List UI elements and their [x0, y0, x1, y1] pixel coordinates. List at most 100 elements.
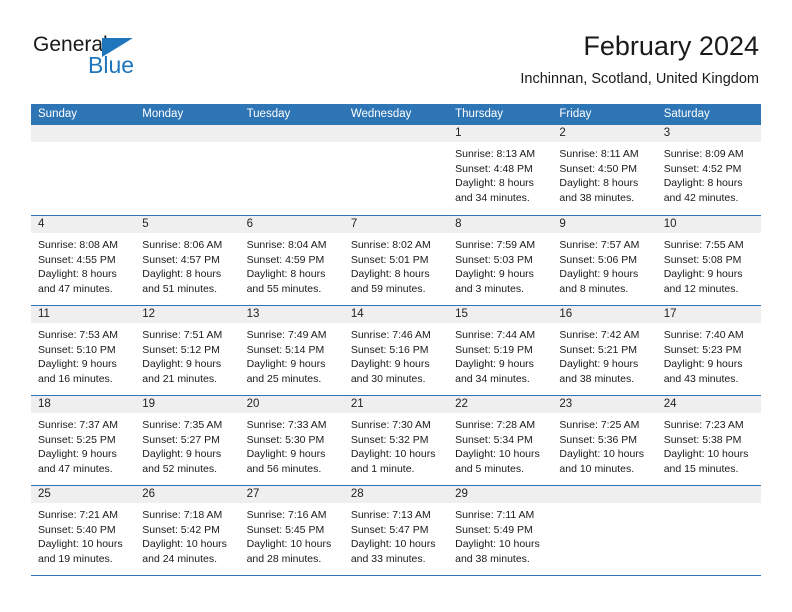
- daylight-text: Daylight: 8 hours and 42 minutes.: [663, 177, 743, 204]
- day-sun-info: Sunrise: 8:09 AM Sunset: 4:52 PM Daylight:…: [657, 142, 761, 205]
- daylight-text: Daylight: 10 hours and 38 minutes.: [455, 538, 540, 565]
- calendar-day-cell[interactable]: 10 Sunrise: 7:55 AM Sunset: 5:08 PM Dayligh…: [656, 216, 761, 305]
- day-number-band: 8: [448, 216, 553, 233]
- day-sun-info: Sunrise: 7:59 AM Sunset: 5:03 PM Daylight:…: [448, 233, 552, 296]
- day-number-band: [239, 125, 344, 142]
- calendar-day-cell[interactable]: 17 Sunrise: 7:40 AM Sunset: 5:23 PM Dayligh…: [656, 306, 761, 395]
- daylight-text: Daylight: 9 hours and 3 minutes.: [455, 268, 534, 295]
- day-number: 10: [663, 218, 677, 230]
- calendar-day-cell[interactable]: 22 Sunrise: 7:28 AM Sunset: 5:34 PM Dayligh…: [448, 396, 553, 485]
- calendar-day-cell[interactable]: 12 Sunrise: 7:51 AM Sunset: 5:12 PM Dayligh…: [135, 306, 240, 395]
- sunrise-text: Sunrise: 7:35 AM: [142, 419, 223, 431]
- day-number-band: 29: [448, 486, 553, 503]
- calendar-day-cell[interactable]: 18 Sunrise: 7:37 AM Sunset: 5:25 PM Dayligh…: [31, 396, 136, 485]
- sunset-text: Sunset: 5:27 PM: [142, 433, 220, 446]
- calendar-day-cell[interactable]: 15 Sunrise: 7:44 AM Sunset: 5:19 PM Dayligh…: [448, 306, 553, 395]
- calendar-day-cell[interactable]: 7 Sunrise: 8:02 AM Sunset: 5:01 PM Daylight…: [343, 216, 449, 305]
- day-sun-info: Sunrise: 7:40 AM Sunset: 5:23 PM Daylight:…: [657, 323, 761, 386]
- day-number-band: 7: [343, 216, 449, 233]
- day-number-band: 10: [656, 216, 761, 233]
- calendar-day-cell[interactable]: 26 Sunrise: 7:18 AM Sunset: 5:42 PM Dayligh…: [135, 486, 240, 575]
- sunset-text: Sunset: 5:49 PM: [455, 523, 533, 536]
- calendar-week-row: 1 Sunrise: 8:13 AM Sunset: 4:48 PM Daylight…: [31, 125, 761, 215]
- calendar-day-cell[interactable]: 24 Sunrise: 7:23 AM Sunset: 5:38 PM Dayligh…: [656, 396, 761, 485]
- day-number-band: 6: [239, 216, 344, 233]
- calendar-day-cell[interactable]: 9 Sunrise: 7:57 AM Sunset: 5:06 PM Daylight…: [552, 216, 657, 305]
- calendar-day-cell[interactable]: 29 Sunrise: 7:11 AM Sunset: 5:49 PM Dayligh…: [448, 486, 553, 575]
- calendar-day-cell[interactable]: 6 Sunrise: 8:04 AM Sunset: 4:59 PM Daylight…: [239, 216, 344, 305]
- calendar-day-cell[interactable]: 8 Sunrise: 7:59 AM Sunset: 5:03 PM Daylight…: [448, 216, 553, 305]
- sunrise-text: Sunrise: 7:37 AM: [38, 419, 118, 431]
- day-sun-info: Sunrise: 7:49 AM Sunset: 5:14 PM Daylight:…: [240, 323, 344, 386]
- weekday-header-saturday: Saturday: [663, 108, 710, 120]
- sunset-text: Sunset: 5:30 PM: [246, 433, 325, 446]
- day-sun-info: Sunrise: 7:35 AM Sunset: 5:27 PM Daylight:…: [135, 413, 239, 476]
- day-number-band: 4: [31, 216, 136, 233]
- calendar-day-cell[interactable]: 28 Sunrise: 7:13 AM Sunset: 5:47 PM Dayligh…: [343, 486, 449, 575]
- sunset-text: Sunset: 5:14 PM: [246, 343, 325, 356]
- day-sun-info: Sunrise: 7:21 AM Sunset: 5:40 PM Daylight:…: [31, 503, 135, 566]
- calendar-day-cell[interactable]: 11 Sunrise: 7:53 AM Sunset: 5:10 PM Dayligh…: [31, 306, 136, 395]
- calendar-day-cell[interactable]: 5 Sunrise: 8:06 AM Sunset: 4:57 PM Daylight…: [135, 216, 240, 305]
- calendar-day-cell[interactable]: 21 Sunrise: 7:30 AM Sunset: 5:32 PM Dayligh…: [343, 396, 449, 485]
- calendar-day-cell[interactable]: 25 Sunrise: 7:21 AM Sunset: 5:40 PM Dayligh…: [31, 486, 136, 575]
- weekday-header-friday: Friday: [559, 108, 592, 120]
- day-sun-info: Sunrise: 7:46 AM Sunset: 5:16 PM Daylight:…: [344, 323, 448, 386]
- day-sun-info: Sunrise: 8:11 AM Sunset: 4:50 PM Daylight:…: [552, 142, 656, 205]
- calendar-day-cell[interactable]: 2 Sunrise: 8:11 AM Sunset: 4:50 PM Daylight…: [552, 125, 657, 215]
- daylight-text: Daylight: 8 hours and 55 minutes.: [246, 268, 326, 295]
- day-sun-info: Sunrise: 7:23 AM Sunset: 5:38 PM Daylight:…: [657, 413, 761, 476]
- calendar-day-cell[interactable]: 14 Sunrise: 7:46 AM Sunset: 5:16 PM Dayligh…: [343, 306, 449, 395]
- day-number: 19: [142, 398, 156, 410]
- day-sun-info: Sunrise: 7:13 AM Sunset: 5:47 PM Daylight:…: [344, 503, 448, 566]
- sunrise-text: Sunrise: 7:44 AM: [455, 329, 536, 341]
- calendar-day-cell-empty: [656, 486, 761, 575]
- title-block: February 2024 Inchinnan, Scotland, Unite…: [520, 30, 759, 89]
- day-number: 13: [246, 308, 260, 320]
- day-number: 25: [38, 488, 51, 500]
- calendar-day-cell[interactable]: 1 Sunrise: 8:13 AM Sunset: 4:48 PM Daylight…: [448, 125, 553, 215]
- daylight-text: Daylight: 10 hours and 24 minutes.: [142, 538, 227, 565]
- sunrise-text: Sunrise: 7:28 AM: [455, 419, 536, 431]
- calendar-day-cell[interactable]: 19 Sunrise: 7:35 AM Sunset: 5:27 PM Dayligh…: [135, 396, 240, 485]
- sunrise-text: Sunrise: 7:18 AM: [142, 509, 223, 521]
- daylight-text: Daylight: 8 hours and 59 minutes.: [350, 268, 430, 295]
- day-number: 17: [663, 308, 677, 320]
- calendar-day-cell-empty: [552, 486, 657, 575]
- calendar-day-cell-empty: [343, 125, 449, 215]
- day-number-band: 22: [448, 396, 553, 413]
- calendar-day-cell[interactable]: 3 Sunrise: 8:09 AM Sunset: 4:52 PM Daylight…: [656, 125, 761, 215]
- sunset-text: Sunset: 5:42 PM: [142, 523, 220, 536]
- day-number-band: 16: [552, 306, 657, 323]
- day-sun-info: Sunrise: 7:28 AM Sunset: 5:34 PM Daylight:…: [448, 413, 552, 476]
- calendar-grid: Sunday Monday Tuesday Wednesday Thursday Frid…: [31, 104, 761, 576]
- calendar-day-cell[interactable]: 27 Sunrise: 7:16 AM Sunset: 5:45 PM Dayligh…: [239, 486, 344, 575]
- calendar-day-cell[interactable]: 4 Sunrise: 8:08 AM Sunset: 4:55 PM Daylight…: [31, 216, 136, 305]
- daylight-text: Daylight: 8 hours and 51 minutes.: [142, 268, 222, 295]
- calendar-bottom-rule: [31, 575, 761, 576]
- sunrise-text: Sunrise: 7:46 AM: [350, 329, 431, 341]
- day-sun-info: Sunrise: 8:08 AM Sunset: 4:55 PM Daylight:…: [31, 233, 135, 296]
- day-number-band: 23: [552, 396, 657, 413]
- day-sun-info: Sunrise: 7:42 AM Sunset: 5:21 PM Daylight:…: [552, 323, 656, 386]
- day-number-band: 14: [343, 306, 449, 323]
- day-number: 24: [663, 398, 677, 410]
- weekday-header-tuesday: Tuesday: [246, 108, 291, 120]
- day-number-band: 18: [31, 396, 136, 413]
- calendar-day-cell[interactable]: 20 Sunrise: 7:33 AM Sunset: 5:30 PM Dayligh…: [239, 396, 344, 485]
- sunset-text: Sunset: 5:16 PM: [350, 343, 429, 356]
- sunrise-text: Sunrise: 7:42 AM: [559, 329, 640, 341]
- calendar-day-cell[interactable]: 13 Sunrise: 7:49 AM Sunset: 5:14 PM Dayligh…: [239, 306, 344, 395]
- sunrise-text: Sunrise: 7:49 AM: [246, 329, 327, 341]
- sunrise-text: Sunrise: 7:33 AM: [246, 419, 327, 431]
- calendar-day-cell[interactable]: 23 Sunrise: 7:25 AM Sunset: 5:36 PM Dayligh…: [552, 396, 657, 485]
- calendar-week-row: 25 Sunrise: 7:21 AM Sunset: 5:40 PM Dayligh…: [31, 485, 761, 575]
- sunrise-text: Sunrise: 8:13 AM: [455, 148, 536, 160]
- day-number-band: 28: [343, 486, 449, 503]
- daylight-text: Daylight: 10 hours and 5 minutes.: [455, 448, 540, 475]
- day-sun-info: Sunrise: 7:57 AM Sunset: 5:06 PM Daylight:…: [552, 233, 656, 296]
- day-number: 20: [246, 398, 260, 410]
- calendar-day-cell[interactable]: 16 Sunrise: 7:42 AM Sunset: 5:21 PM Dayligh…: [552, 306, 657, 395]
- page-title: February 2024: [583, 31, 759, 61]
- daylight-text: Daylight: 9 hours and 52 minutes.: [142, 448, 222, 475]
